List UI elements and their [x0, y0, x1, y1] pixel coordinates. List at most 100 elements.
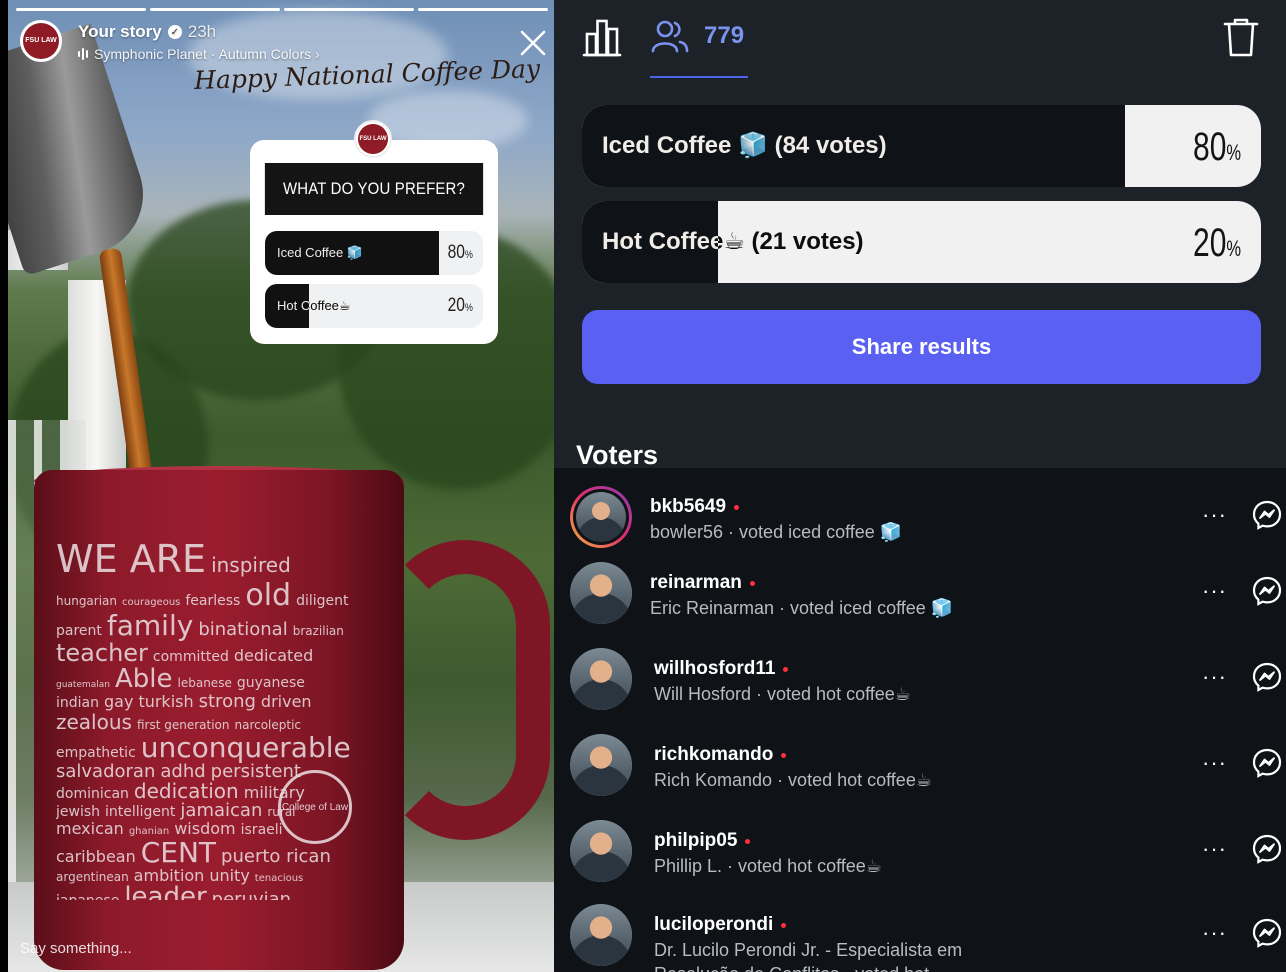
college-of-law-seal: College of Law — [278, 770, 352, 844]
avatar-photo — [576, 492, 626, 542]
voter-username[interactable]: willhosford11 — [654, 658, 789, 680]
avatar-photo — [570, 648, 632, 710]
share-results-button[interactable]: Share results — [582, 310, 1261, 384]
voters-list: bkb5649 bowler56 · voted iced coffee 🧊 ···… — [554, 468, 1286, 972]
voter-username[interactable]: richkomando — [654, 744, 787, 766]
voter-username[interactable]: luciloperondi — [654, 914, 787, 936]
mug-word: israeli — [240, 822, 283, 839]
voter-username[interactable]: bkb5649 — [650, 496, 740, 518]
mug-word: WE ARE — [56, 540, 207, 581]
avatar[interactable] — [570, 904, 632, 966]
reply-input[interactable]: Say something... — [20, 940, 132, 957]
mug-word: indian — [56, 695, 99, 712]
avatar-text: FSU LAW — [23, 23, 59, 59]
username-text: richkomando — [654, 744, 774, 765]
voter-row[interactable]: luciloperondi Dr. Lucilo Perondi Jr. - Es… — [554, 894, 1286, 972]
poll-question: WHAT DO YOU PREFER? — [264, 163, 484, 215]
voter-subtitle: Phillip L. · voted hot coffee☕ — [654, 856, 882, 876]
mug-word: empathetic — [56, 745, 136, 762]
mug-word: driven — [260, 692, 312, 712]
voter-row[interactable]: reinarman Eric Reinarman · voted iced cof… — [554, 552, 1286, 632]
mug-word: turkish — [138, 692, 194, 712]
new-indicator-dot — [749, 580, 755, 586]
messenger-icon[interactable] — [1252, 918, 1282, 948]
mug-word: caribbean — [56, 847, 136, 867]
avatar[interactable] — [570, 562, 632, 624]
avatar[interactable] — [570, 820, 632, 882]
seal-text: College of Law — [281, 801, 349, 813]
avatar[interactable] — [570, 648, 632, 710]
voter-row[interactable]: willhosford11 Will Hosford · voted hot co… — [554, 638, 1286, 718]
poll-option-label: Iced Coffee 🧊 — [277, 245, 364, 260]
more-icon[interactable]: ··· — [1202, 750, 1227, 776]
mug-word: unconquerable — [140, 731, 351, 765]
new-indicator-dot — [783, 666, 789, 672]
trash-icon[interactable] — [1222, 16, 1260, 58]
messenger-icon[interactable] — [1252, 834, 1282, 864]
more-icon[interactable]: ··· — [1202, 502, 1227, 528]
mug-word: inspired — [211, 553, 291, 577]
voter-row[interactable]: richkomando Rich Komando · voted hot coff… — [554, 724, 1286, 804]
messenger-icon[interactable] — [1252, 500, 1282, 530]
avatar-photo — [570, 820, 632, 882]
avatar[interactable] — [570, 734, 632, 796]
mug-word: lebanese — [177, 675, 232, 690]
tab-voters[interactable]: 779 — [650, 18, 744, 54]
mug-word: peruvian — [211, 889, 292, 900]
mug-word: leader — [124, 882, 207, 900]
poll-option-hot[interactable]: Hot Coffee☕ 20% — [265, 284, 483, 328]
result-option-hot[interactable]: Hot Coffee☕ (21 votes) 20% — [582, 201, 1261, 283]
voter-row[interactable]: philpip05 Phillip L. · voted hot coffee☕ ·… — [554, 810, 1286, 890]
mug-word: brazilian — [292, 624, 344, 639]
people-icon — [651, 20, 689, 53]
voter-count: 779 — [704, 22, 745, 49]
more-icon[interactable]: ··· — [1202, 920, 1227, 946]
mug-word: fearless — [185, 592, 241, 609]
sticker-logo-text: FSU LAW — [358, 124, 388, 154]
avatar[interactable] — [570, 486, 632, 548]
messenger-icon[interactable] — [1252, 662, 1282, 692]
username-text: reinarman — [650, 572, 742, 593]
voter-username[interactable]: reinarman — [650, 572, 755, 594]
story-time: 23h — [187, 22, 217, 41]
mug-word: old — [245, 577, 292, 613]
mug-word: hungarian — [56, 593, 118, 608]
voter-row[interactable]: bkb5649 bowler56 · voted iced coffee 🧊 ··· — [554, 476, 1286, 556]
mug-word: diligent — [296, 592, 349, 609]
mug-word: dedication — [133, 779, 239, 804]
verified-icon: ✓ — [167, 25, 182, 39]
voter-subtitle: Rich Komando · voted hot coffee☕ — [654, 770, 932, 790]
more-icon[interactable]: ··· — [1202, 578, 1227, 604]
poll-option-percent: 20% — [447, 295, 473, 316]
mug-word: CENT — [140, 836, 217, 870]
mug-word: unity — [209, 865, 250, 885]
result-label: Iced Coffee 🧊 (84 votes) — [602, 132, 887, 159]
story-owner[interactable]: Your story ✓ 23h — [78, 22, 216, 42]
mug-handle — [380, 540, 550, 840]
mug-word: first generation — [136, 718, 230, 733]
result-percent: 80% — [1192, 125, 1241, 169]
bar-chart-icon[interactable] — [582, 18, 622, 58]
mug-word: parent — [56, 623, 102, 640]
voter-username[interactable]: philpip05 — [654, 830, 751, 852]
story-view: WE ARE inspired hungarian courageous fearles… — [8, 0, 554, 972]
messenger-icon[interactable] — [1252, 748, 1282, 778]
mug-word: narcoleptic — [234, 718, 302, 733]
progress-segment — [418, 8, 548, 11]
mug-word: teacher — [56, 638, 148, 667]
username-text: philpip05 — [654, 830, 738, 851]
poll-option-iced[interactable]: Iced Coffee 🧊 80% — [265, 231, 483, 275]
more-icon[interactable]: ··· — [1202, 836, 1227, 862]
mug-word: courageous — [122, 596, 181, 608]
story-music[interactable]: Symphonic Planet · Autumn Colors › — [78, 46, 320, 62]
messenger-icon[interactable] — [1252, 576, 1282, 606]
mug-word: jewish — [56, 804, 101, 821]
more-icon[interactable]: ··· — [1202, 664, 1227, 690]
voter-subtitle: Dr. Lucilo Perondi Jr. - Especialista em — [654, 940, 963, 960]
tab-bar: 779 — [554, 0, 1286, 80]
voters-heading: Voters — [576, 440, 659, 470]
result-option-iced[interactable]: Iced Coffee 🧊 (84 votes) 80% — [582, 105, 1261, 187]
username-text: willhosford11 — [654, 658, 776, 679]
story-avatar[interactable]: FSU LAW — [20, 20, 62, 62]
username-text: luciloperondi — [654, 914, 774, 935]
